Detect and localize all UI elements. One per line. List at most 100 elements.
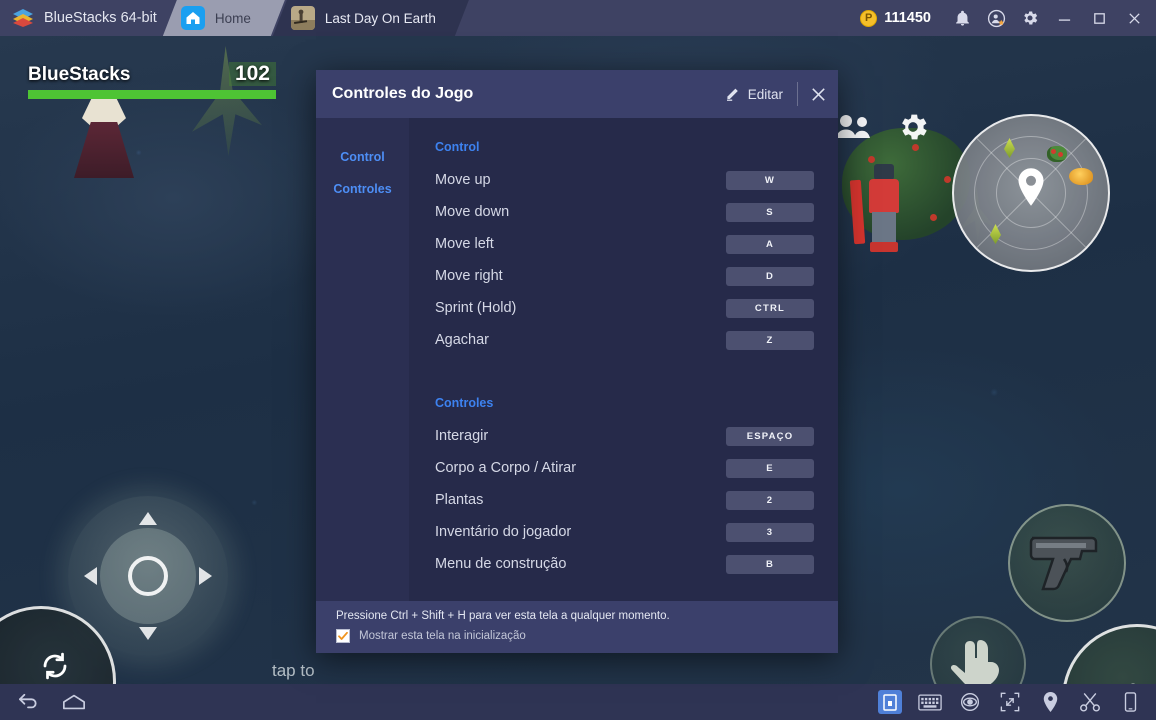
grass-decor	[960, 186, 994, 242]
joystick-up-arrow-icon[interactable]	[139, 512, 157, 525]
health-track	[28, 90, 276, 99]
account-icon[interactable]	[979, 0, 1013, 36]
back-icon[interactable]	[16, 690, 40, 714]
npc-head	[874, 164, 894, 180]
dialog-header: Controles do Jogo Editar	[316, 70, 838, 118]
tab-home[interactable]: Home	[163, 0, 285, 36]
show-on-startup-row[interactable]: Mostrar esta tela na inicialização	[336, 629, 838, 643]
minimap-plant-marker	[990, 224, 1001, 244]
berry-decor	[930, 214, 937, 221]
control-row[interactable]: Move down S	[435, 196, 830, 228]
home-icon	[180, 6, 205, 30]
control-label: Menu de construção	[435, 556, 567, 572]
points-coin-icon: P	[860, 9, 878, 27]
fullscreen-icon[interactable]	[998, 690, 1022, 714]
sidebar-item-controles[interactable]: Controles	[333, 182, 391, 196]
dialog-header-actions: Editar	[711, 70, 838, 118]
scissors-icon[interactable]	[1078, 690, 1102, 714]
minimap[interactable]	[952, 114, 1110, 272]
control-row[interactable]: Plantas 2	[435, 484, 830, 516]
virtual-joystick[interactable]	[68, 496, 228, 656]
eye-icon[interactable]	[958, 690, 982, 714]
sprint-button[interactable]	[1062, 624, 1156, 684]
location-pin-icon	[1016, 168, 1046, 211]
sidebar-item-control[interactable]: Control	[340, 150, 384, 164]
keyboard-icon[interactable]	[918, 690, 942, 714]
keybind-button[interactable]: W	[726, 170, 814, 190]
auto-button[interactable]: AUTO	[0, 606, 116, 684]
hand-button[interactable]	[930, 616, 1026, 684]
tab-last-day-on-earth[interactable]: Last Day On Earth	[273, 0, 469, 36]
avatar-hat	[82, 98, 126, 126]
weapon-button[interactable]	[1008, 504, 1126, 622]
minimap-spoke	[976, 138, 1032, 194]
keybind-button[interactable]: ESPAÇO	[726, 426, 814, 446]
joystick-knob[interactable]	[128, 556, 168, 596]
control-row[interactable]: Agachar Z	[435, 324, 830, 356]
location-icon[interactable]	[1038, 690, 1062, 714]
avatar-body	[74, 122, 134, 178]
app-brand-label: BlueStacks 64-bit	[44, 10, 157, 26]
home-icon[interactable]	[62, 690, 86, 714]
notifications-icon[interactable]	[945, 0, 979, 36]
minimize-button[interactable]	[1047, 0, 1082, 36]
tab-home-label: Home	[214, 10, 251, 26]
joystick-inner	[100, 528, 196, 624]
npc-character	[849, 164, 906, 260]
show-on-startup-checkbox[interactable]	[336, 629, 350, 643]
joystick-left-arrow-icon[interactable]	[84, 567, 97, 585]
keybind-button[interactable]: A	[726, 234, 814, 254]
title-bar: BlueStacks 64-bit Home Last Day On Earth…	[0, 0, 1156, 36]
health-value: 102	[228, 62, 276, 86]
titlebar-spacer	[469, 0, 846, 36]
rotate-device-icon[interactable]	[1118, 690, 1142, 714]
control-row[interactable]: Menu de construção B	[435, 548, 830, 580]
settings-gear-icon[interactable]	[1013, 0, 1047, 36]
keybind-button[interactable]: Z	[726, 330, 814, 350]
player-health-bar: BlueStacks 102	[28, 62, 276, 99]
control-row[interactable]: Move up W	[435, 164, 830, 196]
control-label: Agachar	[435, 332, 490, 348]
dialog-content: Control Move up W Move down S Move left …	[409, 118, 838, 601]
control-row[interactable]: Inventário do jogador 3	[435, 516, 830, 548]
berry-decor	[868, 156, 875, 163]
close-icon[interactable]	[798, 70, 838, 118]
tab-game-label: Last Day On Earth	[324, 10, 435, 26]
points-balance[interactable]: P 111450	[846, 9, 945, 27]
keybind-button[interactable]: 2	[726, 490, 814, 510]
dialog-sidebar: Control Controles	[316, 118, 409, 601]
keybind-button[interactable]: S	[726, 202, 814, 222]
bush-decor	[842, 128, 970, 240]
player-name: BlueStacks	[28, 64, 131, 85]
control-label: Move down	[435, 204, 510, 220]
npc-weapon	[849, 179, 866, 245]
dialog-footer: Pressione Ctrl + Shift + H para ver esta…	[316, 601, 838, 653]
friends-icon[interactable]	[836, 114, 872, 145]
control-row[interactable]: Sprint (Hold) CTRL	[435, 292, 830, 324]
keybind-button[interactable]: E	[726, 458, 814, 478]
joystick-down-arrow-icon[interactable]	[139, 627, 157, 640]
minimap-berry-marker	[1047, 146, 1067, 162]
control-label: Interagir	[435, 428, 489, 444]
control-label: Plantas	[435, 492, 484, 508]
edit-button[interactable]: Editar	[711, 70, 797, 118]
berry-decor	[912, 144, 919, 151]
minimap-spoke	[1031, 138, 1087, 194]
bluestacks-logo-icon	[12, 8, 34, 28]
points-value: 111450	[884, 10, 931, 26]
control-label: Move left	[435, 236, 494, 252]
gear-icon[interactable]	[896, 110, 930, 149]
keybind-button[interactable]: CTRL	[726, 298, 814, 318]
keybind-button[interactable]: B	[726, 554, 814, 574]
keybind-button[interactable]: 3	[726, 522, 814, 542]
control-row[interactable]: Move left A	[435, 228, 830, 260]
control-row[interactable]: Corpo a Corpo / Atirar E	[435, 452, 830, 484]
maximize-button[interactable]	[1082, 0, 1117, 36]
control-row[interactable]: Interagir ESPAÇO	[435, 420, 830, 452]
keybind-button[interactable]: D	[726, 266, 814, 286]
keyboard-controls-icon[interactable]	[878, 690, 902, 714]
close-button[interactable]	[1117, 0, 1152, 36]
show-on-startup-label: Mostrar esta tela na inicialização	[359, 630, 526, 642]
control-row[interactable]: Move right D	[435, 260, 830, 292]
joystick-right-arrow-icon[interactable]	[199, 567, 212, 585]
